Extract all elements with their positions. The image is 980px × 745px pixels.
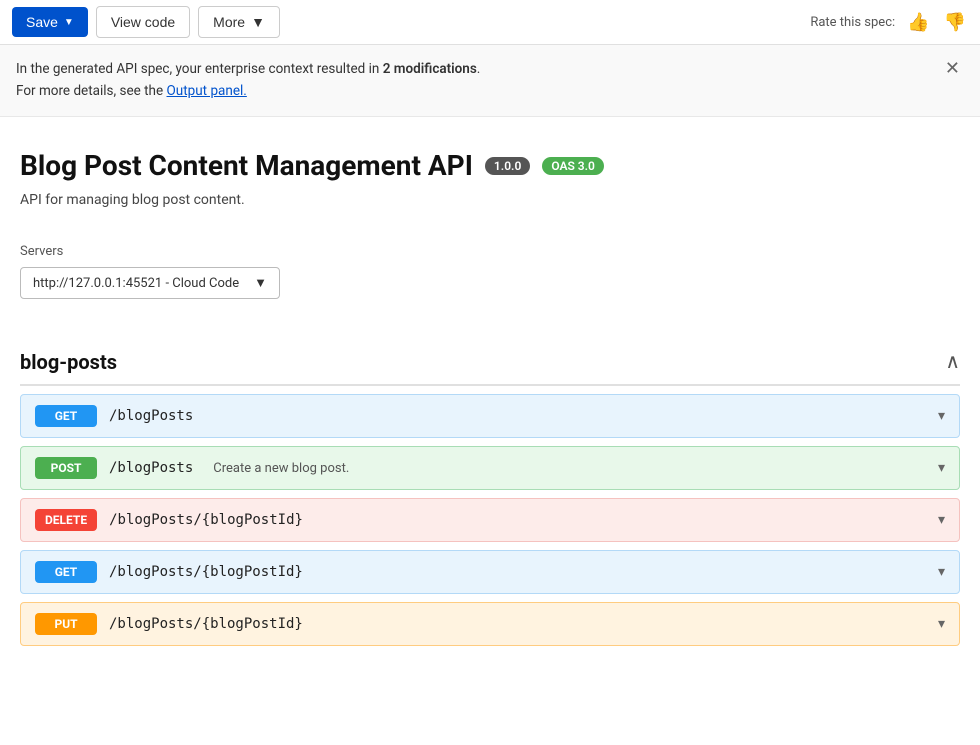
banner-text-after: . bbox=[477, 61, 481, 77]
notification-banner: In the generated API spec, your enterpri… bbox=[0, 45, 980, 117]
endpoints-section: blog-posts ∧ GET/blogPosts▾POST/blogPost… bbox=[20, 339, 960, 646]
toolbar: Save ▼ View code More ▼ Rate this spec: … bbox=[0, 0, 980, 45]
endpoint-description: Create a new blog post. bbox=[213, 461, 349, 476]
method-badge-get-0: GET bbox=[35, 405, 97, 427]
chevron-down-icon: ▾ bbox=[938, 460, 945, 476]
servers-section: Servers http://127.0.0.1:45521 - Cloud C… bbox=[20, 244, 960, 299]
endpoint-row[interactable]: POST/blogPosts Create a new blog post. ▾ bbox=[20, 446, 960, 490]
main-content: Blog Post Content Management API 1.0.0 O… bbox=[0, 117, 980, 666]
endpoint-path: /blogPosts/{blogPostId} bbox=[109, 512, 303, 528]
method-badge-get-3: GET bbox=[35, 561, 97, 583]
view-code-button[interactable]: View code bbox=[96, 6, 190, 38]
banner-text-before: In the generated API spec, your enterpri… bbox=[16, 61, 383, 77]
section-title: blog-posts bbox=[20, 350, 117, 374]
chevron-down-icon: ▾ bbox=[938, 564, 945, 580]
banner-details-before: For more details, see the bbox=[16, 83, 167, 99]
chevron-down-icon: ▼ bbox=[251, 14, 265, 30]
chevron-down-icon: ▾ bbox=[938, 616, 945, 632]
more-button[interactable]: More ▼ bbox=[198, 6, 280, 38]
api-title: Blog Post Content Management API bbox=[20, 149, 473, 182]
version-badge: 1.0.0 bbox=[485, 157, 530, 175]
server-dropdown[interactable]: http://127.0.0.1:45521 - Cloud Code ▼ bbox=[20, 267, 280, 299]
endpoint-path: /blogPosts bbox=[109, 460, 193, 476]
servers-label: Servers bbox=[20, 244, 960, 259]
server-selected-value: http://127.0.0.1:45521 - Cloud Code bbox=[33, 276, 246, 291]
method-badge-post-1: POST bbox=[35, 457, 97, 479]
endpoint-row[interactable]: PUT/blogPosts/{blogPostId} ▾ bbox=[20, 602, 960, 646]
output-panel-link[interactable]: Output panel. bbox=[167, 83, 247, 99]
chevron-down-icon: ▼ bbox=[254, 275, 267, 291]
method-badge-put-4: PUT bbox=[35, 613, 97, 635]
thumbs-up-button[interactable]: 👍 bbox=[905, 10, 931, 35]
chevron-down-icon: ▼ bbox=[64, 17, 74, 28]
save-label: Save bbox=[26, 14, 58, 30]
banner-text: In the generated API spec, your enterpri… bbox=[16, 59, 480, 102]
endpoint-path: /blogPosts/{blogPostId} bbox=[109, 564, 303, 580]
view-code-label: View code bbox=[111, 14, 175, 30]
save-button[interactable]: Save ▼ bbox=[12, 7, 88, 37]
endpoint-row[interactable]: GET/blogPosts ▾ bbox=[20, 394, 960, 438]
endpoint-left: DELETE/blogPosts/{blogPostId} bbox=[35, 509, 303, 531]
endpoint-left: PUT/blogPosts/{blogPostId} bbox=[35, 613, 303, 635]
endpoints-list: GET/blogPosts ▾ POST/blogPosts Create a new… bbox=[20, 394, 960, 646]
api-description: API for managing blog post content. bbox=[20, 192, 960, 208]
endpoint-row[interactable]: DELETE/blogPosts/{blogPostId} ▾ bbox=[20, 498, 960, 542]
banner-modifications: 2 modifications bbox=[383, 61, 477, 77]
thumbs-down-button[interactable]: 👎 bbox=[942, 10, 968, 35]
more-label: More bbox=[213, 14, 245, 30]
endpoint-left: GET/blogPosts bbox=[35, 405, 193, 427]
endpoint-path: /blogPosts bbox=[109, 408, 193, 424]
endpoint-left: GET/blogPosts/{blogPostId} bbox=[35, 561, 303, 583]
method-badge-delete-2: DELETE bbox=[35, 509, 97, 531]
endpoint-row[interactable]: GET/blogPosts/{blogPostId} ▾ bbox=[20, 550, 960, 594]
endpoint-left: POST/blogPosts Create a new blog post. bbox=[35, 457, 349, 479]
rate-section: Rate this spec: 👍 👎 bbox=[810, 10, 968, 35]
chevron-down-icon: ▾ bbox=[938, 408, 945, 424]
section-header: blog-posts ∧ bbox=[20, 339, 960, 386]
api-title-row: Blog Post Content Management API 1.0.0 O… bbox=[20, 149, 960, 182]
rate-label: Rate this spec: bbox=[810, 15, 895, 30]
banner-close-button[interactable]: ✕ bbox=[941, 59, 964, 77]
oas-badge: OAS 3.0 bbox=[542, 157, 604, 175]
collapse-section-button[interactable]: ∧ bbox=[945, 349, 960, 374]
endpoint-path: /blogPosts/{blogPostId} bbox=[109, 616, 303, 632]
chevron-down-icon: ▾ bbox=[938, 512, 945, 528]
